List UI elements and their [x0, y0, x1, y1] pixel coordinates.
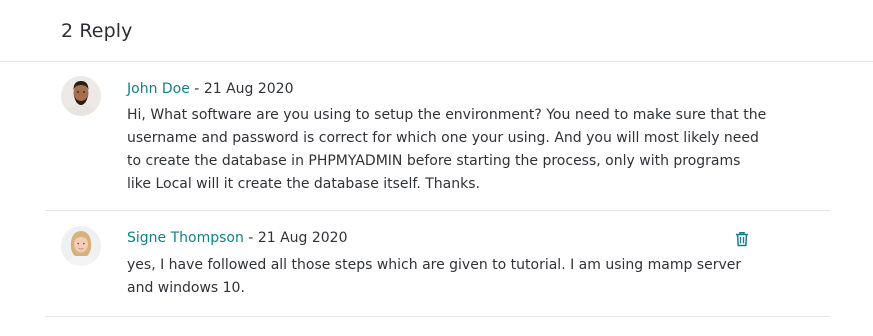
avatar[interactable]	[61, 76, 101, 116]
reply-date: 21 Aug 2020	[257, 230, 348, 246]
reply-count-title: 2 Reply	[61, 19, 133, 42]
trash-icon	[736, 232, 748, 247]
meta-separator: -	[189, 81, 204, 97]
author-link[interactable]: Signe Thompson	[127, 230, 244, 246]
reply-header: 2 Reply	[0, 0, 873, 62]
reply-date: 21 Aug 2020	[203, 81, 294, 97]
reply-meta: Signe Thompson - 21 Aug 2020	[127, 229, 348, 247]
delete-reply-button[interactable]	[733, 229, 751, 249]
author-link[interactable]: John Doe	[127, 81, 190, 97]
reply-text: Hi, What software are you using to setup…	[127, 107, 767, 192]
reply-item: Signe Thompson - 21 Aug 2020 yes, I have…	[45, 211, 830, 317]
reply-text: yes, I have followed all those steps whi…	[127, 257, 742, 296]
reply-meta: John Doe - 21 Aug 2020	[127, 80, 294, 98]
avatar[interactable]	[61, 226, 101, 266]
reply-item: John Doe - 21 Aug 2020 Hi, What software…	[45, 62, 830, 211]
avatar-female-image	[61, 226, 101, 266]
reply-panel: 2 Reply John Doe - 21 Aug 2020 Hi, What …	[0, 0, 873, 336]
meta-separator: -	[243, 230, 258, 246]
avatar-male-image	[61, 76, 101, 116]
